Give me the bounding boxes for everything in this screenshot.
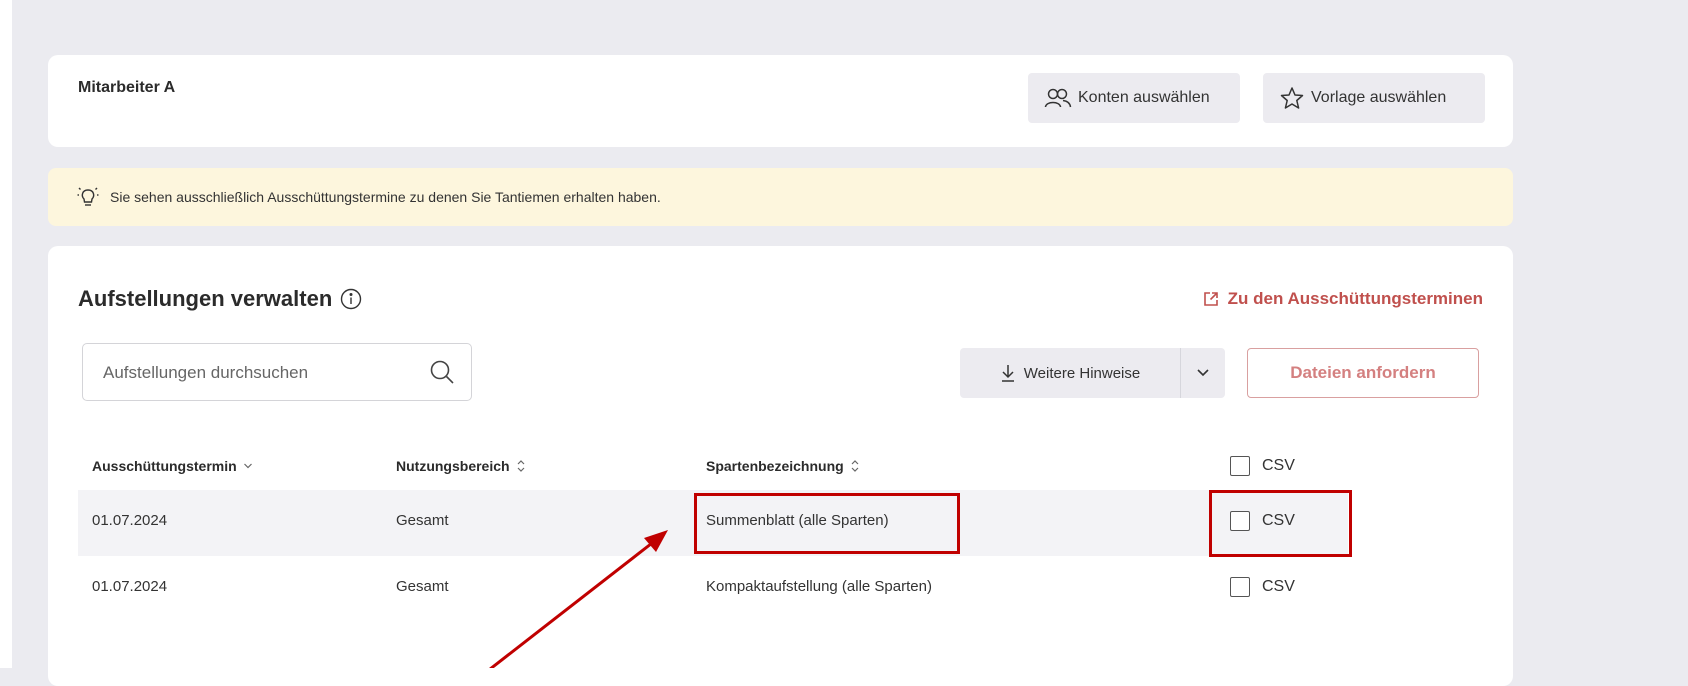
sort-desc-icon [243, 463, 252, 469]
lightbulb-icon [76, 185, 100, 209]
select-template-label: Vorlage auswählen [1311, 89, 1447, 106]
info-text: Sie sehen ausschließlich Ausschüttungste… [110, 189, 661, 205]
external-link-icon [1203, 292, 1218, 306]
table-header: Ausschüttungstermin Nutzungsbereich Spar… [78, 444, 1348, 490]
search-input[interactable] [101, 358, 405, 388]
more-hints-dropdown[interactable] [1181, 348, 1225, 398]
statements-table: Ausschüttungstermin Nutzungsbereich Spar… [78, 444, 1348, 622]
csv-header-label: CSV [1262, 457, 1295, 474]
request-files-button[interactable]: Dateien anfordern [1247, 348, 1479, 398]
row-category: Summenblatt (alle Sparten) [706, 512, 889, 529]
row-csv-label: CSV [1262, 578, 1295, 595]
section-title-text: Aufstellungen verwalten [78, 286, 333, 311]
chevron-down-icon [1197, 369, 1209, 377]
row-csv: CSV [1230, 511, 1295, 531]
sort-icon [517, 460, 525, 472]
row-category: Kompaktaufstellung (alle Sparten) [706, 578, 932, 595]
section-title: Aufstellungen verwalten [78, 286, 362, 312]
star-icon [1280, 87, 1304, 109]
row-area: Gesamt [396, 578, 449, 595]
select-template-button[interactable]: Vorlage auswählen [1263, 73, 1485, 123]
user-card: Mitarbeiter A Konten auswählen Vorlage a… [48, 55, 1513, 147]
row-csv: CSV [1230, 577, 1295, 597]
row-date: 01.07.2024 [92, 578, 168, 595]
search-icon[interactable] [429, 359, 455, 385]
select-accounts-label: Konten auswählen [1078, 89, 1210, 106]
left-edge [0, 0, 12, 668]
more-hints-button[interactable]: Weitere Hinweise [960, 348, 1180, 398]
payout-dates-link[interactable]: Zu den Ausschüttungsterminen [1202, 289, 1483, 309]
table-row: 01.07.2024 Gesamt Kompaktaufstellung (al… [78, 556, 1348, 622]
statements-card: Aufstellungen verwalten Zu den Ausschütt… [48, 246, 1513, 686]
column-header-area[interactable]: Nutzungsbereich [396, 458, 526, 474]
row-date: 01.07.2024 [92, 512, 168, 529]
column-header-category[interactable]: Spartenbezeichnung [706, 458, 860, 474]
column-header-date[interactable]: Ausschüttungstermin [92, 458, 253, 474]
info-banner: Sie sehen ausschließlich Ausschüttungste… [48, 168, 1513, 226]
info-circle-icon[interactable] [340, 288, 362, 310]
users-icon [1044, 88, 1072, 108]
user-name: Mitarbeiter A [78, 79, 176, 96]
row-csv-checkbox[interactable] [1230, 511, 1250, 531]
table-row: 01.07.2024 Gesamt Summenblatt (alle Spar… [78, 490, 1348, 556]
select-all-csv: CSV [1230, 456, 1295, 476]
select-accounts-button[interactable]: Konten auswählen [1028, 73, 1240, 123]
download-icon [1001, 365, 1014, 382]
sort-icon [851, 460, 859, 472]
payout-dates-link-label: Zu den Ausschüttungsterminen [1227, 289, 1483, 308]
select-all-csv-checkbox[interactable] [1230, 456, 1250, 476]
more-hints-split-button: Weitere Hinweise [960, 348, 1225, 398]
row-csv-label: CSV [1262, 512, 1295, 529]
row-csv-checkbox[interactable] [1230, 577, 1250, 597]
search-box[interactable] [82, 343, 472, 401]
row-area: Gesamt [396, 512, 449, 529]
more-hints-label: Weitere Hinweise [1023, 364, 1141, 382]
